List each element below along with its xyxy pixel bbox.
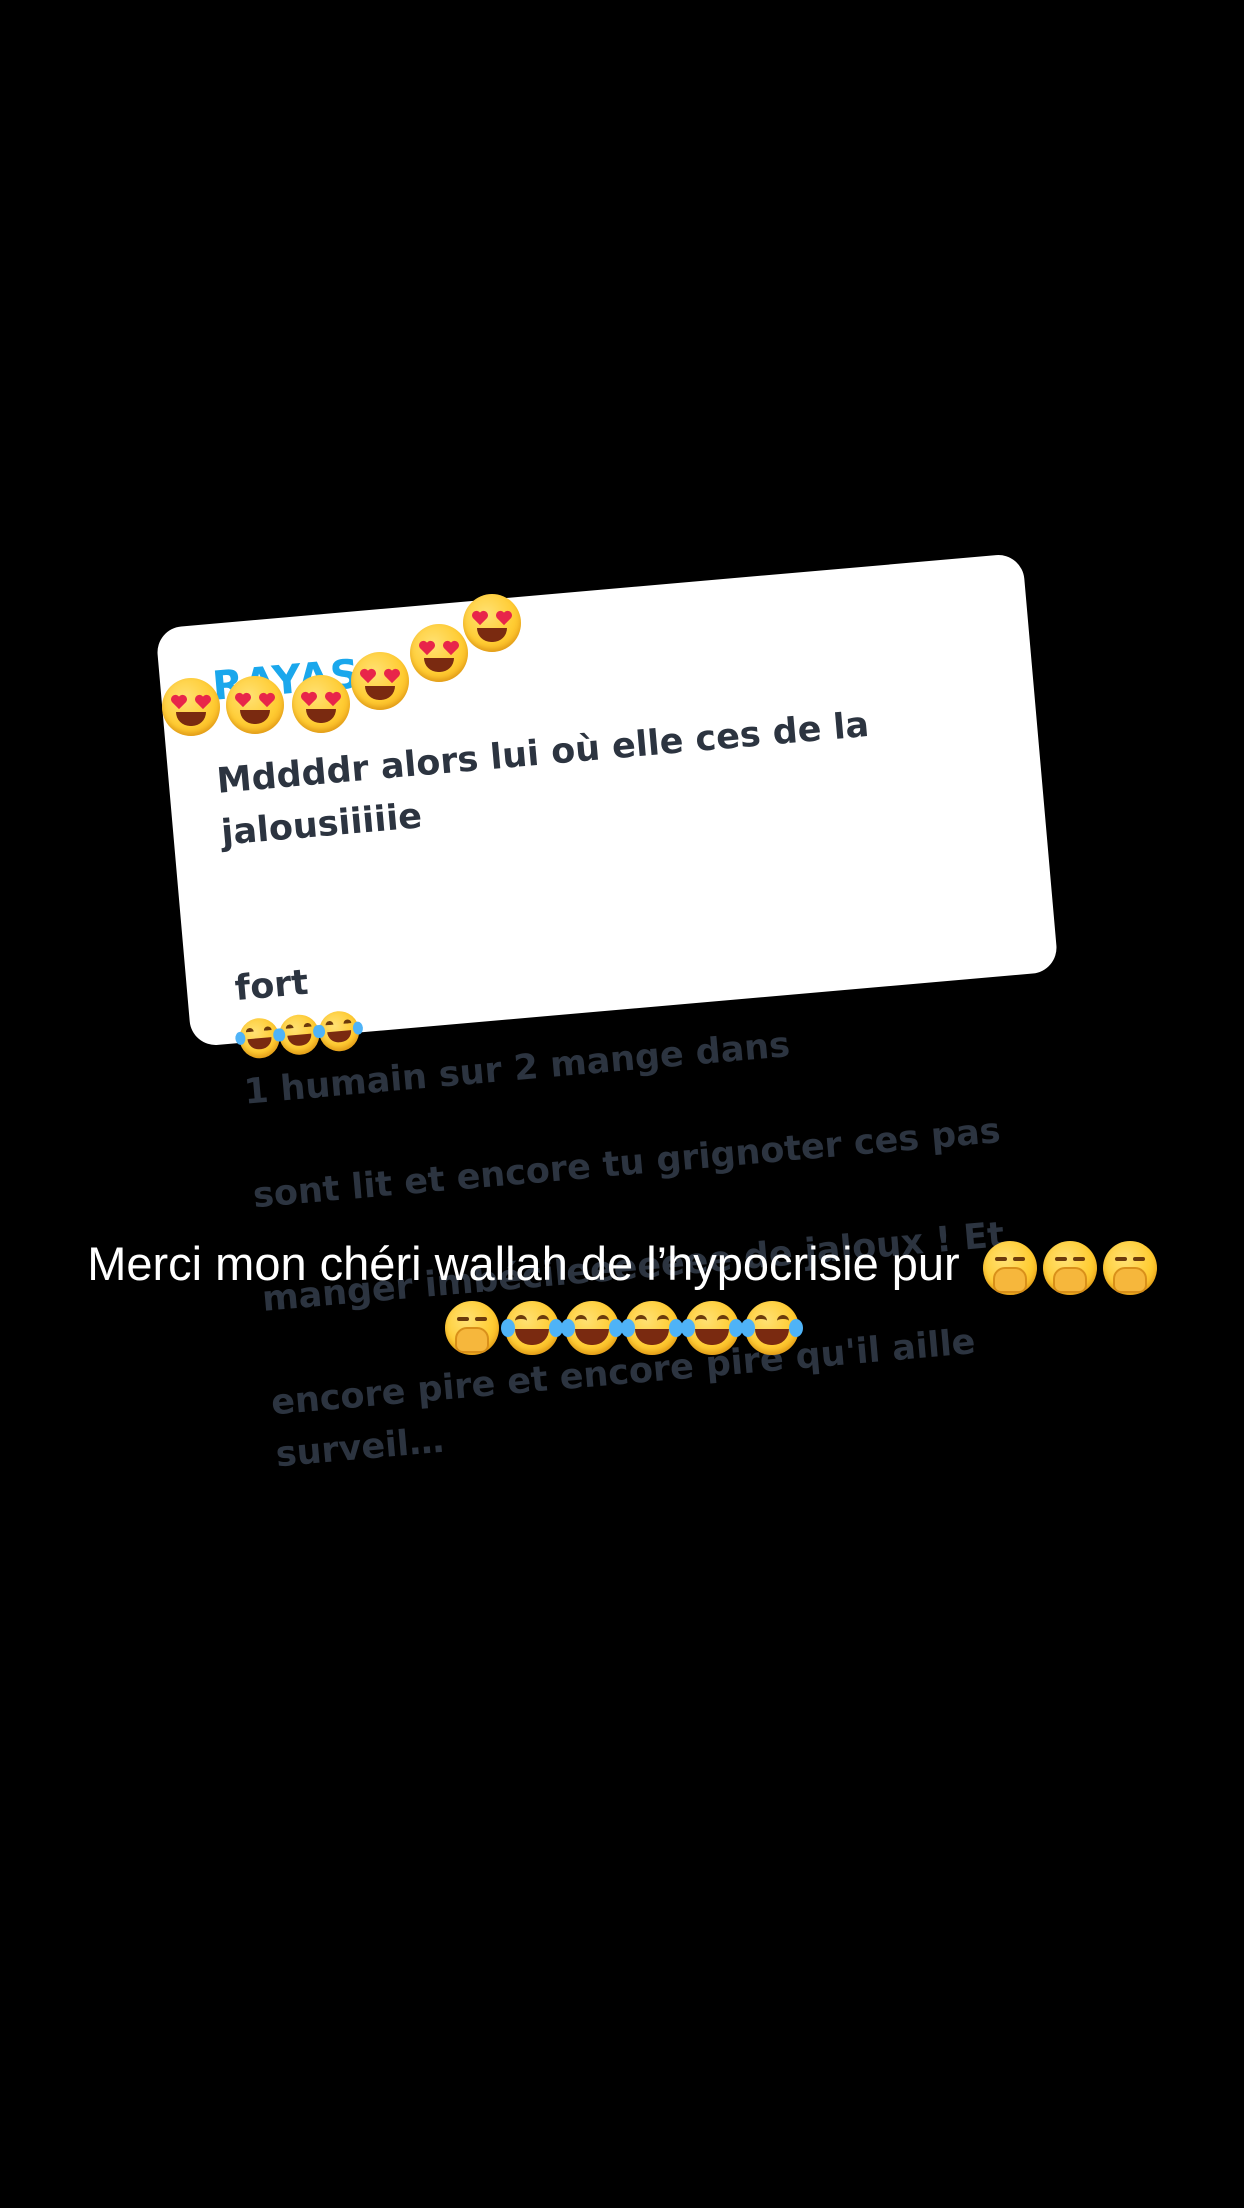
comment-text-line: Mddddr alors lui où elle ces de la jalou… (215, 704, 871, 854)
comment-text-line: fort 1 humain sur 2 mange dans (233, 962, 792, 1113)
laugh-cry-icon (234, 1016, 284, 1060)
yawn-icon (1102, 1240, 1157, 1295)
yawn-icon (445, 1301, 499, 1356)
caption-text: Merci mon chéri wallah de l’hypocrisie p… (87, 1237, 960, 1290)
comment-text: Mddddr alors lui où elle ces de la jalou… (210, 636, 1058, 1533)
laugh-cry-icon (681, 1301, 743, 1356)
laugh-cry-icon (314, 1009, 364, 1053)
laugh-cry-icon (274, 1013, 324, 1057)
story-canvas: RAYAS Mddddr alors lui où elle ces de la… (0, 0, 1244, 2208)
laugh-cry-icon (561, 1301, 623, 1356)
caption-emoji-row (445, 1301, 803, 1356)
caption-emoji-line (40, 1297, 1204, 1356)
laugh-cry-icon (621, 1301, 683, 1356)
comment-reply-card[interactable]: RAYAS Mddddr alors lui où elle ces de la… (155, 552, 1059, 1475)
story-caption[interactable]: Merci mon chéri wallah de l’hypocrisie p… (40, 1236, 1204, 1356)
yawn-icon (1042, 1240, 1097, 1295)
caption-emoji-row (982, 1240, 1157, 1295)
comment-text-line: sont lit et encore tu grignoter ces pas (251, 1111, 1003, 1217)
yawn-icon (982, 1240, 1037, 1295)
laugh-cry-icon (741, 1301, 803, 1356)
laugh-cry-icon (501, 1301, 563, 1356)
